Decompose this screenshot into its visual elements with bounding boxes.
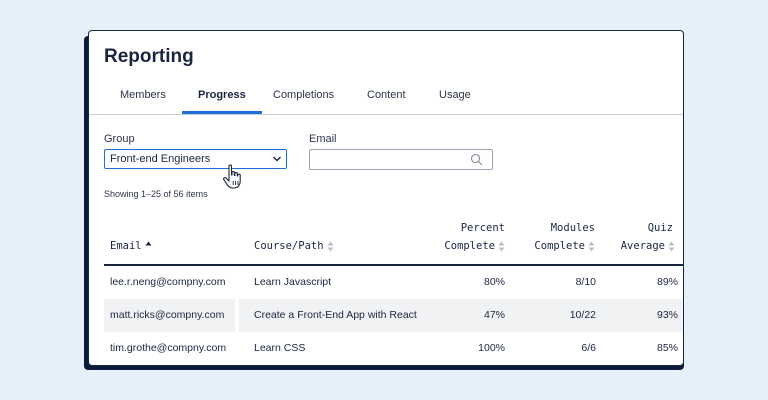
column-header-quiz-label: Average — [620, 240, 665, 252]
cell-percent: 80% — [483, 276, 505, 288]
column-header-percent-label: Complete — [444, 240, 495, 252]
search-icon[interactable] — [470, 153, 483, 166]
column-header-email[interactable]: Email — [110, 240, 152, 252]
cell-course: Learn CSS — [254, 342, 306, 354]
cell-quiz: 89% — [656, 276, 678, 288]
column-header-email-label: Email — [110, 240, 142, 252]
column-header-quiz-line1: Quiz — [647, 222, 673, 234]
group-label: Group — [104, 133, 135, 145]
column-header-quiz[interactable]: Average — [589, 240, 675, 252]
cell-quiz: 93% — [656, 309, 678, 321]
column-header-modules-label: Complete — [534, 240, 585, 252]
cell-course: Create a Front-End App with React — [254, 309, 417, 321]
cell-email: lee.r.neng@compny.com — [110, 276, 226, 288]
cell-modules: 10/22 — [569, 309, 596, 321]
sort-ascending-icon — [145, 241, 152, 251]
tab-completions[interactable]: Completions — [273, 89, 334, 113]
sort-icon — [498, 241, 505, 251]
cell-percent: 100% — [478, 342, 505, 354]
cell-percent: 47% — [483, 309, 505, 321]
tab-bar: Members Progress Completions Content Usa… — [89, 89, 683, 115]
tab-progress[interactable]: Progress — [182, 89, 262, 114]
pagination-summary: Showing 1–25 of 56 items — [104, 189, 208, 199]
table-row[interactable]: lee.r.neng@compny.com Learn Javascript 8… — [104, 266, 683, 299]
page-title: Reporting — [104, 46, 194, 67]
chevron-down-icon — [273, 156, 281, 162]
group-select[interactable]: Front-end Engineers — [104, 149, 287, 169]
cell-course: Learn Javascript — [254, 276, 332, 288]
column-header-modules[interactable]: Complete — [509, 240, 595, 252]
column-header-modules-line1: Modules — [550, 222, 595, 234]
column-header-course[interactable]: Course/Path — [254, 240, 334, 252]
tab-usage[interactable]: Usage — [439, 89, 471, 113]
reporting-panel: Reporting Members Progress Completions C… — [88, 30, 684, 366]
tab-members[interactable]: Members — [120, 89, 166, 113]
table-row[interactable]: matt.ricks@compny.com Create a Front-End… — [104, 299, 683, 332]
cell-email: tim.grothe@compny.com — [110, 342, 227, 354]
table-row[interactable]: tim.grothe@compny.com Learn CSS 100% 6/6… — [104, 332, 683, 365]
column-header-percent-line1: Percent — [460, 222, 505, 234]
hand-cursor-icon — [223, 164, 241, 189]
column-header-percent[interactable]: Complete — [419, 240, 505, 252]
sort-icon — [327, 241, 334, 251]
cell-modules: 6/6 — [581, 342, 596, 354]
sort-icon — [668, 241, 675, 251]
cell-quiz: 85% — [656, 342, 678, 354]
cell-modules: 8/10 — [575, 276, 596, 288]
row-column-gap — [235, 299, 239, 332]
group-select-value: Front-end Engineers — [110, 153, 211, 165]
cell-email: matt.ricks@compny.com — [110, 309, 225, 321]
column-header-course-label: Course/Path — [254, 240, 324, 252]
tab-content[interactable]: Content — [367, 89, 406, 113]
email-search-input[interactable] — [309, 149, 493, 170]
email-label: Email — [309, 133, 337, 145]
